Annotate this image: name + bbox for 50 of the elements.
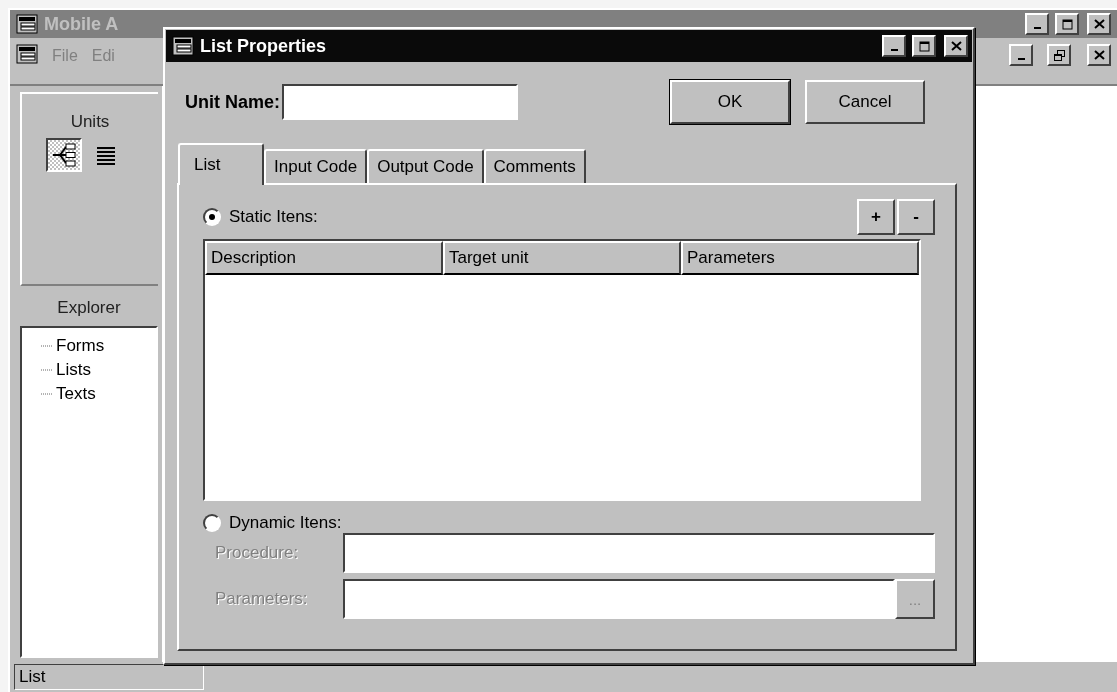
radio-button[interactable] [203, 208, 221, 226]
maximize-icon [1061, 18, 1073, 30]
close-button[interactable] [1087, 13, 1111, 35]
minimize-button[interactable] [1025, 13, 1049, 35]
tree-item[interactable]: Lists [56, 360, 91, 380]
tab[interactable]: Output Code [367, 149, 484, 183]
close-icon [950, 41, 962, 51]
minimize-icon [1033, 27, 1041, 29]
field-label: Unit Name: [185, 91, 280, 113]
tab[interactable]: Input Code [264, 149, 368, 183]
list-view-icon [95, 144, 117, 166]
add-button[interactable]: + [857, 199, 895, 235]
remove-button[interactable]: - [897, 199, 935, 235]
maximize-icon [918, 40, 930, 52]
close-icon [1093, 19, 1105, 29]
maximize-button[interactable] [912, 35, 936, 57]
maximize-button[interactable] [1055, 13, 1079, 35]
panel-title: Units [70, 112, 110, 132]
cancel-button[interactable]: Cancel [805, 80, 925, 124]
radio-button[interactable] [203, 514, 221, 532]
restore-icon [1053, 49, 1065, 61]
minimize-button[interactable] [1009, 44, 1033, 66]
document-icon [16, 44, 38, 64]
tree-view-icon [50, 142, 78, 168]
ok-button[interactable]: OK [670, 80, 790, 124]
minimize-button[interactable] [882, 35, 906, 57]
radio-label: Dynamic Itens: [229, 513, 342, 533]
column-header[interactable]: Description [205, 241, 443, 275]
tree-item[interactable]: Forms [56, 336, 105, 356]
dialog-title: List Properties [200, 35, 327, 57]
window-title: Mobile A [44, 13, 119, 35]
view-toggle[interactable] [46, 138, 82, 172]
close-icon [1093, 50, 1105, 60]
tab[interactable]: Comments [483, 149, 586, 183]
panel-title: Explorer [57, 298, 121, 318]
app-icon [172, 36, 194, 56]
minimize-icon [1017, 58, 1025, 60]
tab[interactable]: List [178, 143, 264, 185]
unit-name-field[interactable] [282, 84, 518, 120]
column-header[interactable]: Target unit [443, 241, 681, 275]
restore-button[interactable] [1047, 44, 1071, 66]
field-label: Parameters: [214, 589, 309, 609]
minimize-icon [890, 49, 898, 51]
tree-item[interactable]: Texts [56, 384, 96, 404]
close-button[interactable] [1087, 44, 1111, 66]
column-header[interactable]: Parameters [681, 241, 919, 275]
app-icon [16, 14, 38, 34]
radio-label: Static Itens: [229, 207, 318, 227]
close-button[interactable] [944, 35, 968, 57]
field-label: Procedure: [214, 543, 300, 563]
